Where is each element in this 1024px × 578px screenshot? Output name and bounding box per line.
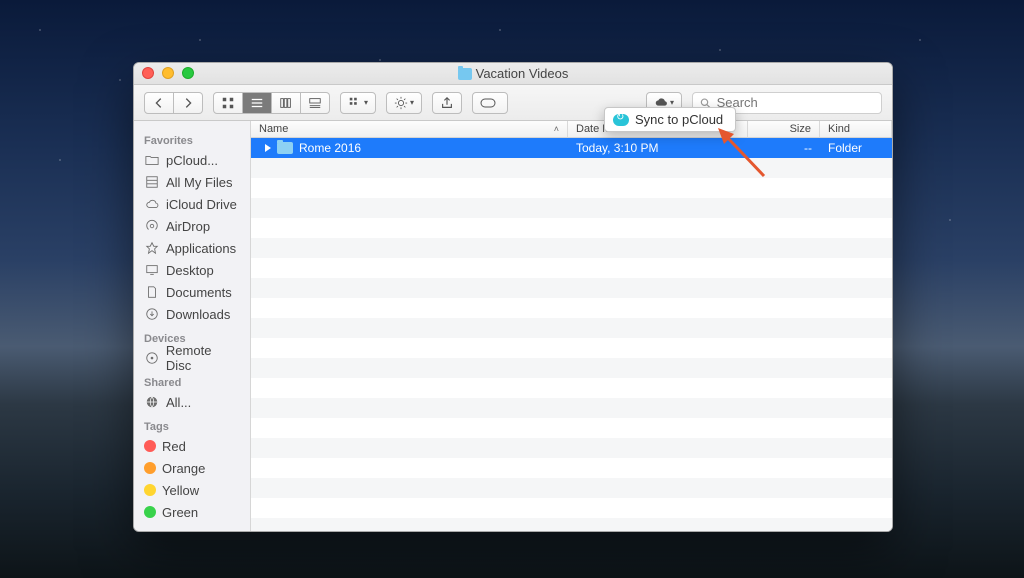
share-segment xyxy=(432,92,462,114)
sidebar-item-airdrop[interactable]: AirDrop xyxy=(134,215,250,237)
disclosure-triangle-icon[interactable] xyxy=(265,144,271,152)
finder-window: Vacation Videos xyxy=(133,62,893,532)
file-list[interactable]: Rome 2016 Today, 3:10 PM -- Folder xyxy=(251,138,892,531)
sidebar-item-icloud[interactable]: iCloud Drive xyxy=(134,193,250,215)
all-files-icon xyxy=(144,174,160,190)
window-title: Vacation Videos xyxy=(476,66,569,81)
zoom-window-button[interactable] xyxy=(182,67,194,79)
network-icon xyxy=(144,394,160,410)
sync-to-pcloud-menu-item[interactable]: Sync to pCloud xyxy=(604,107,736,132)
file-size: -- xyxy=(804,141,812,155)
tag-dot-icon xyxy=(144,506,156,518)
column-headers: Name˄ Date M Size Kind xyxy=(251,121,892,138)
sidebar: Favorites pCloud... All My Files iCloud … xyxy=(134,121,251,531)
sidebar-item-desktop[interactable]: Desktop xyxy=(134,259,250,281)
sidebar-tag-green[interactable]: Green xyxy=(134,501,250,523)
traffic-lights xyxy=(142,67,194,79)
chevron-down-icon: ▾ xyxy=(364,98,368,107)
file-row[interactable]: Rome 2016 Today, 3:10 PM -- Folder xyxy=(251,138,892,158)
toolbar: ▾ ▾ ▾ xyxy=(134,85,892,121)
sidebar-header: Favorites xyxy=(134,127,250,149)
sidebar-item-shared-all[interactable]: All... xyxy=(134,391,250,413)
sidebar-item-applications[interactable]: Applications xyxy=(134,237,250,259)
columns-icon xyxy=(279,96,293,110)
arrange-button[interactable]: ▾ xyxy=(340,92,376,114)
file-name: Rome 2016 xyxy=(299,141,361,155)
pcloud-icon xyxy=(613,114,629,126)
share-button[interactable] xyxy=(432,92,462,114)
gear-icon xyxy=(394,96,408,110)
coverflow-icon xyxy=(308,96,322,110)
sidebar-header: Tags xyxy=(134,413,250,435)
back-button[interactable] xyxy=(144,92,174,114)
airdrop-icon xyxy=(144,218,160,234)
forward-button[interactable] xyxy=(174,92,203,114)
action-segment: ▾ xyxy=(386,92,422,114)
minimize-window-button[interactable] xyxy=(162,67,174,79)
chevron-down-icon: ▾ xyxy=(670,98,674,107)
nav-segment xyxy=(144,92,203,114)
sidebar-item-downloads[interactable]: Downloads xyxy=(134,303,250,325)
sidebar-item-remotedisc[interactable]: Remote Disc xyxy=(134,347,250,369)
tags-segment xyxy=(472,92,508,114)
close-window-button[interactable] xyxy=(142,67,154,79)
file-date: Today, 3:10 PM xyxy=(576,141,659,155)
downloads-icon xyxy=(144,306,160,322)
chevron-left-icon xyxy=(152,96,166,110)
file-kind: Folder xyxy=(828,141,862,155)
grid-icon xyxy=(221,96,235,110)
list-icon xyxy=(250,96,264,110)
view-columns-button[interactable] xyxy=(272,92,301,114)
tag-icon xyxy=(480,96,500,110)
tag-dot-icon xyxy=(144,484,156,496)
sidebar-tag-yellow[interactable]: Yellow xyxy=(134,479,250,501)
tag-dot-icon xyxy=(144,440,156,452)
folder-icon xyxy=(458,68,472,80)
sort-ascending-icon: ˄ xyxy=(554,124,559,134)
search-input[interactable] xyxy=(717,95,875,110)
share-icon xyxy=(440,96,454,110)
titlebar[interactable]: Vacation Videos xyxy=(134,63,892,85)
edit-tags-button[interactable] xyxy=(472,92,508,114)
chevron-right-icon xyxy=(181,96,195,110)
menu-item-label: Sync to pCloud xyxy=(635,112,723,127)
content-area: Name˄ Date M Size Kind Rome 2016 Today, … xyxy=(251,121,892,531)
column-size[interactable]: Size xyxy=(748,121,820,137)
documents-icon xyxy=(144,284,160,300)
action-button[interactable]: ▾ xyxy=(386,92,422,114)
disc-icon xyxy=(144,350,160,366)
sidebar-tag-red[interactable]: Red xyxy=(134,435,250,457)
view-coverflow-button[interactable] xyxy=(301,92,330,114)
chevron-down-icon: ▾ xyxy=(410,98,414,107)
arrange-segment: ▾ xyxy=(340,92,376,114)
column-name[interactable]: Name˄ xyxy=(251,121,568,137)
view-icon-button[interactable] xyxy=(213,92,243,114)
tag-dot-icon xyxy=(144,462,156,474)
arrange-icon xyxy=(348,96,362,110)
view-segment xyxy=(213,92,330,114)
desktop-icon xyxy=(144,262,160,278)
view-list-button[interactable] xyxy=(243,92,272,114)
icloud-icon xyxy=(144,196,160,212)
column-kind[interactable]: Kind xyxy=(820,121,892,137)
sidebar-item-documents[interactable]: Documents xyxy=(134,281,250,303)
apps-icon xyxy=(144,240,160,256)
sidebar-item-pcloud[interactable]: pCloud... xyxy=(134,149,250,171)
sidebar-tag-orange[interactable]: Orange xyxy=(134,457,250,479)
sidebar-item-allmyfiles[interactable]: All My Files xyxy=(134,171,250,193)
folder-icon xyxy=(144,152,160,168)
folder-icon xyxy=(277,142,293,154)
